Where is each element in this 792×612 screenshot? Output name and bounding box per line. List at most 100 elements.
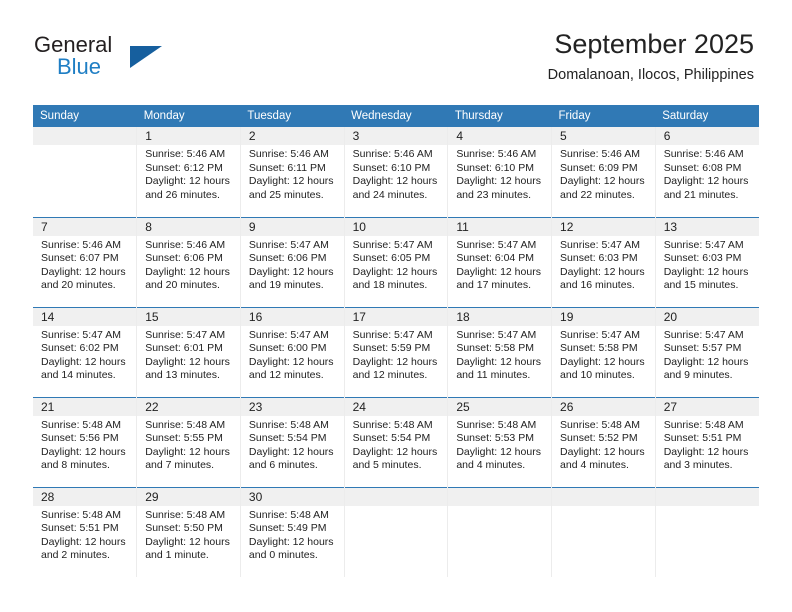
day-detail-line: Sunset: 6:08 PM (663, 161, 742, 174)
calendar-day-cell[interactable]: 22 Sunrise: 5:48 AM Sunset: 5:55 PM Dayligh… (136, 396, 241, 487)
calendar-day-cell[interactable]: 18 Sunrise: 5:47 AM Sunset: 5:58 PM Dayligh… (447, 306, 553, 397)
day-details: Sunrise: 5:47 AM Sunset: 5:58 PM Daylight:… (448, 326, 551, 383)
day-number: 15 (137, 307, 240, 326)
calendar-week-row: 28 Sunrise: 5:48 AM Sunset: 5:51 PM Dayligh… (33, 486, 759, 578)
day-details: Sunrise: 5:46 AM Sunset: 6:09 PM Daylight:… (552, 145, 655, 202)
calendar-day-cell[interactable]: 6 Sunrise: 5:46 AM Sunset: 6:08 PM Daylight… (655, 127, 759, 217)
day-detail-line: and 12 minutes. (352, 369, 428, 381)
day-number: 12 (552, 217, 655, 236)
day-detail-line: and 22 minutes. (560, 188, 635, 201)
calendar-day-cell[interactable]: 12 Sunrise: 5:47 AM Sunset: 6:03 PM Dayligh… (551, 216, 656, 307)
calendar-day-cell[interactable]: 26 Sunrise: 5:48 AM Sunset: 5:52 PM Dayligh… (551, 396, 656, 487)
day-detail-line: Sunrise: 5:48 AM (145, 418, 226, 431)
calendar-day-cell[interactable]: 19 Sunrise: 5:47 AM Sunset: 5:58 PM Dayligh… (551, 306, 656, 397)
day-cell-inner: 3 Sunrise: 5:46 AM Sunset: 6:10 PM Daylight… (344, 127, 448, 217)
page-title: September 2025 (554, 29, 754, 59)
calendar-day-cell[interactable]: 10 Sunrise: 5:47 AM Sunset: 6:05 PM Dayligh… (344, 216, 449, 307)
calendar-day-cell[interactable]: 11 Sunrise: 5:47 AM Sunset: 6:04 PM Dayligh… (447, 216, 553, 307)
day-cell-inner: 24 Sunrise: 5:48 AM Sunset: 5:54 PM Dayligh… (344, 397, 448, 487)
day-detail-line: Daylight: 12 hours (352, 175, 438, 187)
brand-logo[interactable]: General Blue (34, 32, 214, 86)
day-cell-inner: 29 Sunrise: 5:48 AM Sunset: 5:50 PM Dayligh… (137, 487, 240, 578)
day-detail-line: Sunrise: 5:48 AM (248, 508, 329, 521)
day-detail-line: Sunset: 5:57 PM (663, 342, 742, 354)
day-number: 29 (137, 487, 240, 506)
day-detail-line: and 15 minutes. (663, 279, 739, 291)
day-detail-line: Daylight: 12 hours (41, 535, 126, 548)
calendar-day-cell[interactable]: 9 Sunrise: 5:47 AM Sunset: 6:06 PM Daylight… (240, 216, 345, 307)
calendar-day-cell[interactable]: 5 Sunrise: 5:46 AM Sunset: 6:09 PM Daylight… (551, 127, 656, 217)
day-details (345, 506, 448, 509)
day-detail-line: Daylight: 12 hours (456, 355, 541, 368)
day-details: Sunrise: 5:46 AM Sunset: 6:11 PM Daylight:… (241, 145, 344, 202)
day-cell-inner: 16 Sunrise: 5:47 AM Sunset: 6:00 PM Dayligh… (240, 307, 344, 397)
calendar-day-cell[interactable]: 29 Sunrise: 5:48 AM Sunset: 5:50 PM Dayligh… (136, 486, 241, 578)
calendar-day-cell[interactable]: 8 Sunrise: 5:46 AM Sunset: 6:06 PM Daylight… (136, 216, 241, 307)
calendar-day-cell[interactable]: 15 Sunrise: 5:47 AM Sunset: 6:01 PM Dayligh… (136, 306, 241, 397)
day-detail-line: Sunset: 5:51 PM (41, 522, 119, 534)
weekday-header-row: Sunday Monday Tuesday Wednesday Thursday Frid… (33, 105, 759, 127)
day-detail-line: and 12 minutes. (248, 369, 324, 381)
day-number: 25 (448, 397, 552, 416)
calendar-day-cell[interactable]: 25 Sunrise: 5:48 AM Sunset: 5:53 PM Dayligh… (447, 396, 553, 487)
day-detail-line: Daylight: 12 hours (560, 355, 645, 368)
calendar-day-cell[interactable]: 23 Sunrise: 5:48 AM Sunset: 5:54 PM Dayligh… (240, 396, 345, 487)
day-detail-line: and 18 minutes. (352, 279, 428, 291)
day-detail-line: Daylight: 12 hours (248, 445, 334, 458)
calendar-day-cell[interactable]: 20 Sunrise: 5:47 AM Sunset: 5:57 PM Dayligh… (655, 306, 759, 397)
weekday-header-monday: Monday (136, 105, 241, 127)
day-number: 16 (240, 307, 344, 326)
day-cell-inner: 14 Sunrise: 5:47 AM Sunset: 6:02 PM Dayligh… (33, 307, 137, 397)
day-number: 6 (655, 127, 759, 145)
day-detail-line: Sunset: 6:06 PM (145, 252, 223, 264)
calendar-day-cell[interactable]: 27 Sunrise: 5:48 AM Sunset: 5:51 PM Dayligh… (655, 396, 759, 487)
day-detail-line: Sunrise: 5:48 AM (248, 418, 329, 431)
day-detail-line: Sunrise: 5:46 AM (456, 148, 537, 160)
day-details (33, 145, 136, 148)
day-detail-line: Sunrise: 5:47 AM (248, 238, 329, 251)
calendar-day-cell[interactable]: 28 Sunrise: 5:48 AM Sunset: 5:51 PM Dayligh… (33, 486, 138, 578)
day-details: Sunrise: 5:47 AM Sunset: 6:05 PM Daylight:… (345, 236, 448, 293)
day-detail-line: Sunrise: 5:47 AM (352, 238, 433, 251)
day-detail-line: Sunrise: 5:48 AM (41, 418, 121, 431)
day-detail-line: Sunrise: 5:46 AM (663, 148, 744, 160)
day-number: 3 (344, 127, 448, 145)
day-details: Sunrise: 5:48 AM Sunset: 5:51 PM Daylight:… (33, 506, 136, 563)
day-number: 22 (137, 397, 240, 416)
day-detail-line: Daylight: 12 hours (560, 175, 645, 187)
calendar-day-cell[interactable]: 17 Sunrise: 5:47 AM Sunset: 5:59 PM Dayligh… (344, 306, 449, 397)
day-detail-line: Sunrise: 5:47 AM (456, 238, 537, 251)
day-details: Sunrise: 5:46 AM Sunset: 6:08 PM Daylight:… (656, 145, 759, 202)
day-cell-inner: 9 Sunrise: 5:47 AM Sunset: 6:06 PM Daylight… (240, 217, 344, 307)
calendar-day-cell[interactable]: 16 Sunrise: 5:47 AM Sunset: 6:00 PM Dayligh… (240, 306, 345, 397)
calendar-day-cell[interactable]: 7 Sunrise: 5:46 AM Sunset: 6:07 PM Daylight… (33, 216, 138, 307)
day-detail-line: Sunset: 6:03 PM (663, 252, 742, 264)
day-number: 23 (240, 397, 344, 416)
day-details (656, 506, 759, 509)
day-cell-inner: 13 Sunrise: 5:47 AM Sunset: 6:03 PM Dayligh… (655, 217, 759, 307)
calendar-day-cell[interactable]: 24 Sunrise: 5:48 AM Sunset: 5:54 PM Dayligh… (344, 396, 449, 487)
day-number: 13 (655, 217, 759, 236)
calendar-day-cell[interactable]: 4 Sunrise: 5:46 AM Sunset: 6:10 PM Daylight… (447, 127, 553, 217)
day-cell-inner: 19 Sunrise: 5:47 AM Sunset: 5:58 PM Dayligh… (552, 307, 655, 397)
brand-name-blue: Blue (57, 54, 102, 79)
day-detail-line: Daylight: 12 hours (248, 175, 334, 187)
day-details: Sunrise: 5:47 AM Sunset: 6:04 PM Daylight:… (448, 236, 551, 293)
calendar-day-cell[interactable]: 1 Sunrise: 5:46 AM Sunset: 6:12 PM Daylight… (136, 127, 241, 217)
calendar-day-cell[interactable]: 3 Sunrise: 5:46 AM Sunset: 6:10 PM Daylight… (344, 127, 449, 217)
day-detail-line: Daylight: 12 hours (352, 265, 438, 278)
calendar-day-cell[interactable]: 2 Sunrise: 5:46 AM Sunset: 6:11 PM Daylight… (240, 127, 345, 217)
day-cell-inner: 28 Sunrise: 5:48 AM Sunset: 5:51 PM Dayligh… (33, 487, 137, 578)
calendar-day-cell[interactable]: 14 Sunrise: 5:47 AM Sunset: 6:02 PM Dayligh… (33, 306, 138, 397)
day-number: 9 (240, 217, 344, 236)
day-number: 14 (33, 307, 137, 326)
day-number: 21 (33, 397, 137, 416)
day-cell-inner: 26 Sunrise: 5:48 AM Sunset: 5:52 PM Dayligh… (552, 397, 655, 487)
page-header: General Blue September 2025 Domalanoan, … (0, 0, 792, 104)
day-detail-line: Daylight: 12 hours (145, 265, 230, 278)
calendar-day-cell[interactable]: 13 Sunrise: 5:47 AM Sunset: 6:03 PM Dayligh… (655, 216, 759, 307)
day-details: Sunrise: 5:48 AM Sunset: 5:55 PM Daylight:… (137, 416, 240, 473)
calendar-day-cell[interactable]: 21 Sunrise: 5:48 AM Sunset: 5:56 PM Dayligh… (33, 396, 138, 487)
calendar-day-cell[interactable]: 30 Sunrise: 5:48 AM Sunset: 5:49 PM Dayligh… (240, 486, 345, 577)
day-detail-line: and 4 minutes. (456, 459, 526, 471)
